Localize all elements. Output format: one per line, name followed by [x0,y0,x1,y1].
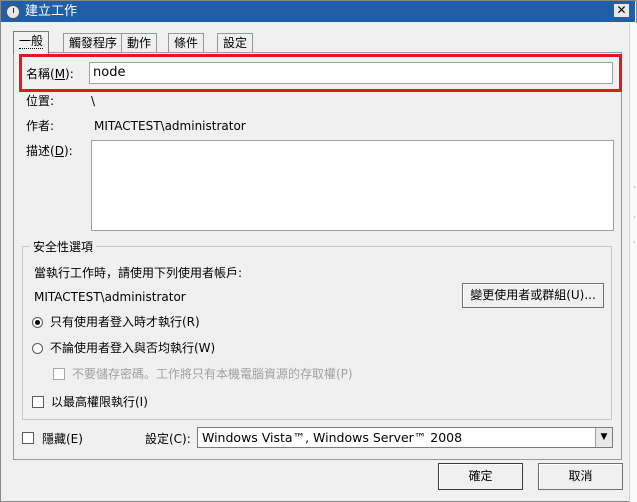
description-label-text: 描述( [26,144,55,158]
author-label: 作者: [26,119,55,133]
no-store-password-checkbox [53,368,65,380]
description-label: 描述(D): [26,143,73,159]
close-button[interactable]: ✕ [613,3,630,18]
logged-on-label[interactable]: 只有使用者登入時才執行(R) [50,314,200,330]
clock-icon [6,5,20,19]
whether-logged-radio[interactable] [32,343,43,354]
configure-select-value: Windows Vista™, Windows Server™ 2008 [202,430,463,445]
highest-privileges-checkbox[interactable] [32,396,44,408]
ok-button[interactable]: 確定 [438,463,523,490]
location-value: \ [91,94,96,108]
window-title: 建立工作 [25,4,78,19]
cancel-button[interactable]: 取消 [538,463,623,490]
whether-logged-label[interactable]: 不論使用者登入與否均執行(W) [50,340,215,356]
tab-general[interactable]: 一般 [13,31,50,54]
description-textarea[interactable] [91,140,614,231]
run-as-user: MITACTEST\administrator [34,290,186,304]
security-group-title: 安全性選項 [30,239,97,255]
location-label: 位置: [26,94,55,108]
tab-settings-label: 設定 [223,36,248,50]
change-user-button[interactable]: 變更使用者或群組(U)... [462,283,604,308]
tab-triggers[interactable]: 觸發程序 [63,33,124,53]
no-store-password-label: 不要儲存密碼。工作將只有本機電腦資源的存取權(P) [72,367,353,381]
title-bar[interactable]: 建立工作 [1,1,635,22]
tab-conditions-label: 條件 [174,36,199,50]
tab-triggers-label: 觸發程序 [69,36,118,50]
hidden-checkbox[interactable] [22,432,34,444]
configure-select[interactable]: Windows Vista™, Windows Server™ 2008 ▼ [197,427,613,448]
highlight-box [19,54,622,92]
tab-general-label: 一般 [19,34,44,49]
highest-privileges-label[interactable]: 以最高權限執行(I) [51,394,148,410]
tab-actions[interactable]: 動作 [121,33,158,53]
tab-conditions[interactable]: 條件 [168,33,205,53]
background-strip: · · · [629,23,637,502]
configure-label: 設定(C): [145,432,191,446]
tab-settings[interactable]: 設定 [217,33,254,53]
chevron-down-icon[interactable]: ▼ [595,428,612,447]
hidden-label[interactable]: 隱藏(E) [42,431,83,447]
logged-on-radio[interactable] [32,317,43,328]
author-value: MITACTEST\administrator [94,119,246,133]
run-as-prompt: 當執行工作時，請使用下列使用者帳戶: [34,266,243,280]
description-label-end: ): [63,144,73,158]
description-label-hotkey: D [54,144,64,158]
tab-actions-label: 動作 [127,36,152,50]
